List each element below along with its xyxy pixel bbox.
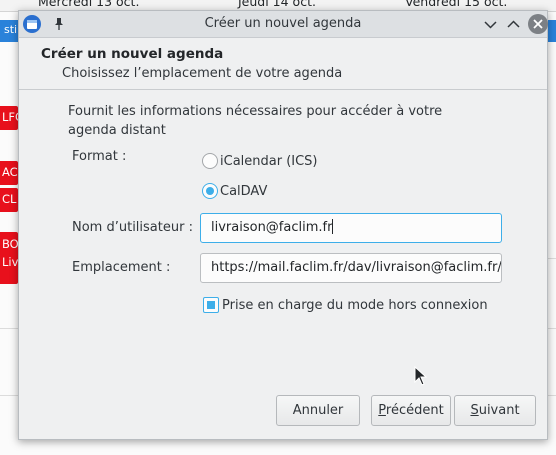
radio-button[interactable] [202,153,218,169]
day-header-friday[interactable]: Vendredi 15 oct. [405,0,507,9]
day-header-thursday[interactable]: Jeudi 14 oct. [238,0,316,9]
page-subtitle: Choisissez l’emplacement de votre agenda [62,66,343,81]
radio-button[interactable] [202,183,218,199]
location-value: https://mail.faclim.fr/dav/livraison@fac… [211,260,502,275]
page-title: Créer un nouvel agenda [41,46,224,62]
location-label: Emplacement : [72,260,171,275]
radio-label[interactable]: CalDAV [220,184,267,199]
radio-icalendar[interactable]: iCalendar (ICS) [202,152,318,170]
title-bar[interactable]: Créer un nouvel agenda [19,11,548,38]
previous-button[interactable]: Précédent [371,395,451,426]
offline-support-checkbox[interactable] [203,297,219,313]
format-label: Format : [72,149,127,164]
intro-text: Fournit les informations nécessaires pou… [68,104,443,138]
calendar-grid-line [0,395,18,396]
offline-support-label[interactable]: Prise en charge du mode hors connexion [222,298,488,313]
next-label: uivant [478,403,520,418]
cancel-button[interactable]: Annuler [276,395,360,426]
calendar-grid-line [548,395,556,396]
username-value: livraison@faclim.fr [211,220,333,235]
new-calendar-dialog: Créer un nouvel agenda Créer un nouvel a… [18,10,548,440]
next-mnemonic: S [470,403,479,418]
calendar-grid-line [548,328,556,329]
close-icon [533,19,543,29]
username-label: Nom d’utilisateur : [72,220,193,235]
header-divider [19,89,547,90]
day-header-wednesday[interactable]: Mercredi 13 oct. [38,0,139,9]
previous-mnemonic: P [378,403,386,418]
calendar-selected-cell-right[interactable] [548,20,556,42]
calendar-event[interactable]: CL [0,188,18,212]
radio-label[interactable]: iCalendar (ICS) [220,154,318,169]
calendar-event-line: Liv [2,255,18,269]
calendar-event[interactable]: BO Liv [0,232,18,284]
mouse-cursor-icon [414,366,428,386]
chevron-down-icon[interactable] [482,16,499,33]
offline-support-checkbox-row[interactable]: Prise en charge du mode hors connexion [203,297,488,313]
text-caret [332,219,334,234]
previous-label: récédent [385,403,444,418]
calendar-grid-line [548,258,556,259]
chevron-up-icon[interactable] [505,16,522,33]
username-input[interactable]: livraison@faclim.fr [200,213,502,243]
calendar-event[interactable]: LFC [0,106,18,130]
calendar-grid-line [0,328,18,329]
calendar-event-line: BO [2,237,18,251]
calendar-selected-cell[interactable]: sti [0,20,18,42]
close-button[interactable] [528,14,548,34]
window-title: Créer un nouvel agenda [204,16,362,31]
radio-caldav[interactable]: CalDAV [202,182,267,200]
next-button[interactable]: Suivant [454,395,536,426]
calendar-event[interactable]: AC [0,161,18,185]
location-input[interactable]: https://mail.faclim.fr/dav/livraison@fac… [200,253,502,283]
